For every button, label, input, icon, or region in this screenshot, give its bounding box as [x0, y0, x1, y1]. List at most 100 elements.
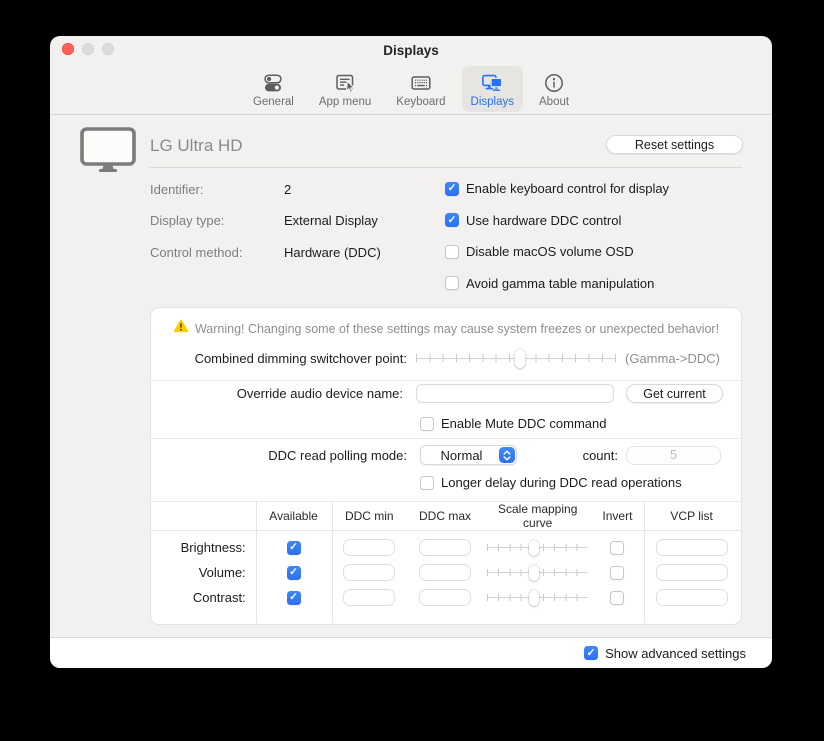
contrast-ddc-max-input[interactable]: [419, 589, 471, 606]
polling-row: DDC read polling mode: Normal count: 5: [151, 445, 741, 465]
dimming-slider[interactable]: [416, 348, 616, 368]
close-button[interactable]: [62, 43, 74, 55]
tab-label: App menu: [319, 96, 371, 108]
contrast-invert-checkbox[interactable]: ✓: [610, 591, 624, 605]
hardware-ddc-checkbox[interactable]: ✓: [445, 213, 459, 227]
brightness-scale-slider[interactable]: [487, 539, 588, 556]
count-label: count:: [531, 448, 618, 463]
checkmark-icon: ✓: [289, 592, 298, 603]
header-ddc-max: DDC max: [407, 509, 483, 523]
count-input[interactable]: 5: [626, 446, 721, 465]
row-label: Brightness:: [151, 540, 256, 555]
display-type-value: External Display: [284, 213, 378, 228]
advanced-settings-panel: Warning! Changing some of these settings…: [150, 307, 742, 625]
option-avoid-gamma: ✓ Avoid gamma table manipulation: [445, 276, 654, 291]
mute-ddc-row: ✓ Enable Mute DDC command: [420, 416, 606, 431]
option-label: Use hardware DDC control: [466, 213, 621, 228]
tab-label: General: [253, 96, 294, 108]
show-advanced-checkbox[interactable]: ✓: [584, 646, 598, 660]
slider-handle[interactable]: [529, 590, 539, 606]
warning-icon: [173, 319, 189, 338]
contrast-available-checkbox[interactable]: ✓: [287, 591, 301, 605]
menu-document-cursor-icon: [333, 71, 357, 95]
disable-osd-checkbox[interactable]: ✓: [445, 245, 459, 259]
slider-handle[interactable]: [515, 349, 526, 368]
minimize-button[interactable]: [82, 43, 94, 55]
volume-available-checkbox[interactable]: ✓: [287, 566, 301, 580]
slider-handle[interactable]: [529, 540, 539, 556]
checkmark-icon: ✓: [587, 648, 596, 659]
table-row-brightness: Brightness: ✓ ✓: [151, 535, 741, 560]
header-scale-curve: Scale mapping curve: [483, 502, 593, 530]
control-method-value: Hardware (DDC): [284, 245, 381, 260]
footer-bar: ✓ Show advanced settings: [50, 637, 772, 668]
popup-chevrons-icon: [499, 447, 515, 463]
row-label: Volume:: [151, 565, 256, 580]
traffic-lights: [62, 43, 114, 55]
option-label: Avoid gamma table manipulation: [466, 276, 654, 291]
tab-label: Keyboard: [396, 96, 445, 108]
app-window: Displays General: [50, 36, 772, 668]
header-invert: Invert: [593, 509, 643, 523]
header-ddc-min: DDC min: [331, 509, 407, 523]
tab-about[interactable]: About: [530, 66, 578, 112]
brightness-ddc-max-input[interactable]: [419, 539, 471, 556]
polling-mode-label: DDC read polling mode:: [151, 448, 407, 463]
warning-row: Warning! Changing some of these settings…: [151, 319, 741, 338]
audio-override-row: Override audio device name: Get current: [151, 384, 723, 403]
audio-device-name-input[interactable]: [416, 384, 614, 403]
table-row-contrast: Contrast: ✓ ✓: [151, 585, 741, 610]
checkmark-icon: ✓: [448, 215, 457, 226]
contrast-ddc-min-input[interactable]: [343, 589, 395, 606]
volume-ddc-min-input[interactable]: [343, 564, 395, 581]
tab-displays[interactable]: Displays: [462, 66, 523, 112]
option-disable-osd: ✓ Disable macOS volume OSD: [445, 244, 634, 259]
tab-keyboard[interactable]: Keyboard: [387, 66, 454, 112]
warning-text: Warning! Changing some of these settings…: [195, 322, 719, 336]
longer-delay-row: ✓ Longer delay during DDC read operation…: [420, 475, 682, 490]
brightness-available-checkbox[interactable]: ✓: [287, 541, 301, 555]
window-header: Displays General: [50, 36, 772, 115]
table-row-volume: Volume: ✓ ✓: [151, 560, 741, 585]
table-header: Available DDC min DDC max Scale mapping …: [151, 501, 741, 531]
header-vcp-list: VCP list: [642, 509, 741, 523]
identifier-value: 2: [284, 182, 291, 197]
brightness-invert-checkbox[interactable]: ✓: [610, 541, 624, 555]
brightness-vcp-list-input[interactable]: [656, 539, 728, 556]
brightness-ddc-min-input[interactable]: [343, 539, 395, 556]
monitor-icon: [80, 127, 136, 177]
volume-scale-slider[interactable]: [487, 564, 588, 581]
screen: Displays General: [0, 0, 824, 741]
contrast-scale-slider[interactable]: [487, 589, 588, 606]
reset-settings-button[interactable]: Reset settings: [606, 135, 743, 154]
keyboard-control-checkbox[interactable]: ✓: [445, 182, 459, 196]
polling-mode-value: Normal: [420, 448, 499, 463]
displays-icon: [480, 71, 504, 95]
control-method-label: Control method:: [150, 245, 243, 260]
checkmark-icon: ✓: [289, 542, 298, 553]
longer-delay-checkbox[interactable]: ✓: [420, 476, 434, 490]
volume-vcp-list-input[interactable]: [656, 564, 728, 581]
audio-override-label: Override audio device name:: [151, 386, 403, 401]
keyboard-icon: [409, 71, 433, 95]
checkmark-icon: ✓: [448, 183, 457, 194]
divider: [151, 438, 741, 439]
divider: [151, 380, 741, 381]
display-name: LG Ultra HD: [150, 136, 243, 156]
mute-ddc-checkbox[interactable]: ✓: [420, 417, 434, 431]
get-current-button[interactable]: Get current: [626, 384, 723, 403]
volume-invert-checkbox[interactable]: ✓: [610, 566, 624, 580]
contrast-vcp-list-input[interactable]: [656, 589, 728, 606]
slider-handle[interactable]: [529, 565, 539, 581]
polling-mode-select[interactable]: Normal: [420, 445, 517, 465]
avoid-gamma-checkbox[interactable]: ✓: [445, 276, 459, 290]
display-type-label: Display type:: [150, 213, 224, 228]
option-label: Disable macOS volume OSD: [466, 244, 634, 259]
toolbar: General App menu: [50, 65, 772, 113]
volume-ddc-max-input[interactable]: [419, 564, 471, 581]
tab-label: About: [539, 96, 569, 108]
zoom-button[interactable]: [102, 43, 114, 55]
tab-app-menu[interactable]: App menu: [310, 66, 380, 112]
row-label: Contrast:: [151, 590, 256, 605]
tab-general[interactable]: General: [244, 66, 303, 112]
